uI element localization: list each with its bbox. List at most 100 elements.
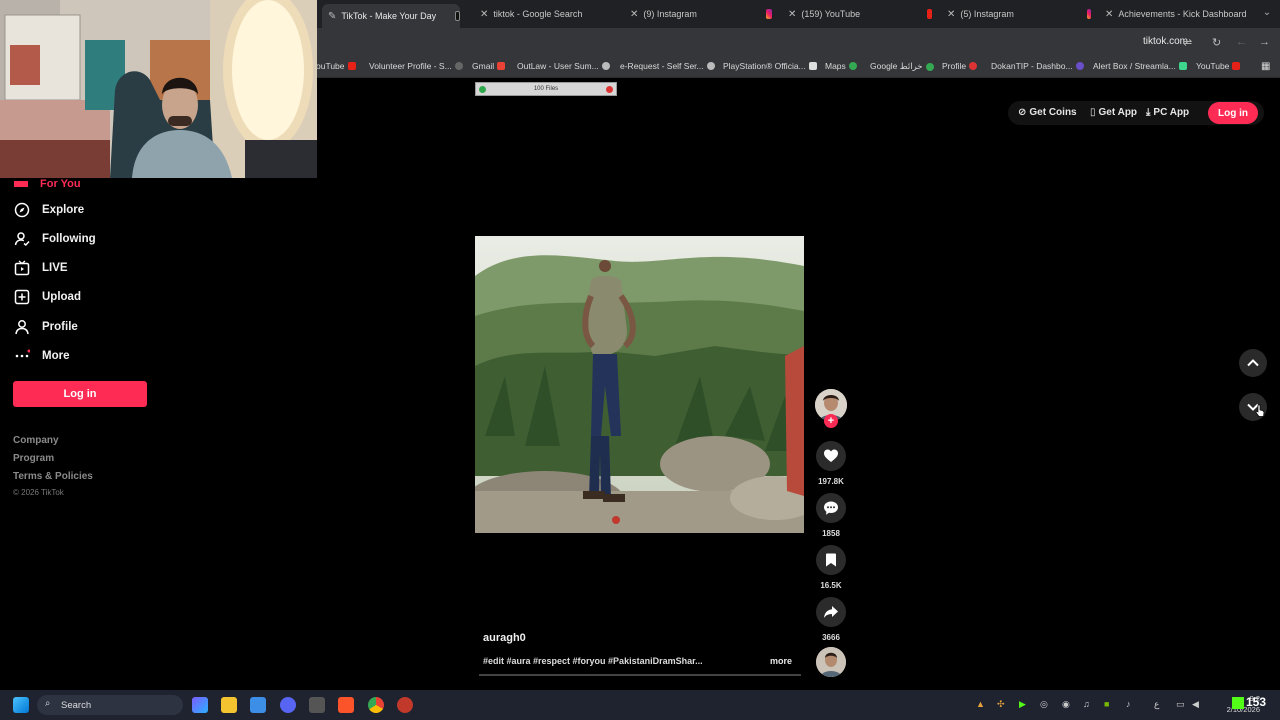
- bookmark-label: e-Request - Self Ser...: [620, 61, 704, 71]
- back-icon[interactable]: ←: [1236, 36, 1247, 48]
- brave-icon[interactable]: [338, 697, 354, 713]
- bookmark-alertbox[interactable]: Alert Box / Streamla...: [1093, 61, 1187, 71]
- globe-icon: [706, 62, 715, 70]
- sidebar-item-profile[interactable]: Profile: [14, 317, 78, 337]
- caption-more-button[interactable]: more: [770, 656, 792, 666]
- video-player[interactable]: [475, 236, 804, 533]
- follow-plus-icon[interactable]: +: [824, 414, 838, 428]
- sidebar-item-explore[interactable]: Explore: [14, 200, 84, 220]
- bookmark-erequest[interactable]: e-Request - Self Ser...: [620, 61, 715, 71]
- taskbar-search-box[interactable]: ⌕ Search: [37, 695, 183, 715]
- video-username[interactable]: auragh0: [483, 632, 526, 644]
- tab-tiktok[interactable]: ✎ TikTok - Make Your Day: [322, 4, 460, 28]
- dokantip-icon: [1075, 62, 1084, 70]
- tab-search-icon[interactable]: ⌄: [1260, 7, 1274, 21]
- sidebar-item-more[interactable]: More: [14, 346, 69, 366]
- store-icon[interactable]: [250, 697, 266, 713]
- close-tab-icon[interactable]: ✕: [788, 9, 796, 20]
- chevron-up-icon: [1247, 359, 1259, 367]
- header-login-button[interactable]: Log in: [1208, 102, 1258, 124]
- app-icon[interactable]: [309, 697, 325, 713]
- discord-icon[interactable]: [280, 697, 296, 713]
- music-disc-avatar[interactable]: [816, 647, 846, 677]
- heart-icon: [824, 449, 838, 462]
- close-icon[interactable]: [606, 86, 613, 93]
- bookmark-youtube-2[interactable]: YouTube: [1196, 61, 1241, 71]
- sidebar-item-label: Explore: [42, 204, 85, 216]
- sidebar-item-upload[interactable]: Upload: [14, 287, 81, 307]
- bookmark-outlaw[interactable]: OutLaw - User Sum...: [517, 61, 610, 71]
- kick-viewer-count: 153: [1246, 695, 1267, 709]
- footer-link-company[interactable]: Company: [13, 435, 59, 446]
- url-text[interactable]: tiktok.com: [1143, 36, 1188, 47]
- copilot-icon[interactable]: [192, 697, 208, 713]
- close-tab-icon[interactable]: ✕: [480, 9, 488, 20]
- tab-instagram-2[interactable]: ✕ (5) Instagram: [941, 4, 1091, 24]
- share-icon: [824, 606, 838, 618]
- screen: ✎ TikTok - Make Your Day ✕ tiktok - Goog…: [0, 0, 1280, 720]
- microphone-icon[interactable]: ♪: [1126, 699, 1131, 709]
- close-tab-icon[interactable]: ✕: [1105, 9, 1113, 20]
- bookmark-dokantip[interactable]: DokanTIP - Dashbo...: [991, 61, 1084, 71]
- volume-icon[interactable]: ◀: [1192, 699, 1199, 710]
- comment-button[interactable]: [816, 493, 846, 523]
- like-count: 197.8K: [818, 477, 844, 486]
- share-button[interactable]: [816, 597, 846, 627]
- sidebar-login-button[interactable]: Log in: [13, 381, 147, 407]
- bookmark-google-maps-ar[interactable]: Google خرائط: [870, 61, 934, 72]
- home-icon: [14, 181, 28, 187]
- bookmark-playstation[interactable]: PlayStation® Officia...: [723, 61, 817, 71]
- forward-icon[interactable]: →: [1259, 36, 1270, 48]
- globe-icon: [601, 62, 610, 70]
- following-icon: [14, 231, 30, 247]
- close-tab-icon[interactable]: ✎: [328, 11, 336, 22]
- nvidia-icon[interactable]: ■: [1104, 699, 1109, 709]
- video-progress-bar[interactable]: [479, 674, 801, 676]
- bookmark-maps[interactable]: Maps: [825, 61, 857, 71]
- site-settings-icon[interactable]: ⇌: [1183, 36, 1192, 49]
- pc-app-button[interactable]: ⤓ PC App: [1146, 107, 1189, 118]
- reload-icon[interactable]: ↻: [1212, 36, 1221, 49]
- previous-video-button[interactable]: [1239, 349, 1267, 377]
- headset-icon[interactable]: ♫: [1083, 699, 1090, 709]
- sidebar-item-label: Following: [42, 233, 96, 245]
- sidebar-item-following[interactable]: Following: [14, 229, 96, 249]
- sidebar-item-for-you[interactable]: For You: [14, 178, 81, 190]
- tab-google-search[interactable]: ✕ tiktok - Google Search: [474, 4, 614, 24]
- bookmark-volunteer[interactable]: Volunteer Profile - S...: [369, 61, 463, 71]
- tab-youtube[interactable]: ✕ (159) YouTube: [782, 4, 932, 24]
- windows-start-icon[interactable]: [13, 697, 29, 713]
- all-bookmarks-icon[interactable]: ▦: [1261, 61, 1270, 72]
- close-tab-icon[interactable]: ✕: [630, 9, 638, 20]
- save-button[interactable]: [816, 545, 846, 575]
- bookmark-label: Gmail: [472, 61, 495, 71]
- recording-app-icon[interactable]: [397, 697, 413, 713]
- get-app-button[interactable]: ▯ Get App: [1090, 107, 1137, 118]
- sidebar-item-live[interactable]: LIVE: [14, 258, 68, 278]
- bookmark-profile[interactable]: Profile: [942, 61, 978, 71]
- bookmark-youtube[interactable]: ouTube: [316, 61, 356, 71]
- tab-kick-dashboard[interactable]: ✕ Achievements - Kick Dashboard: [1099, 4, 1251, 24]
- tray-app-icon[interactable]: ◎: [1040, 699, 1048, 710]
- tab-instagram[interactable]: ✕ (9) Instagram: [624, 4, 772, 24]
- get-coins-button[interactable]: ⊘ Get Coins: [1018, 107, 1077, 118]
- chrome-icon[interactable]: [368, 697, 384, 713]
- tray-app-icon[interactable]: ◉: [1062, 699, 1070, 710]
- tiktok-icon: [455, 11, 460, 21]
- tray-app-icon[interactable]: ▶: [1019, 699, 1026, 710]
- footer-link-program[interactable]: Program: [13, 453, 54, 464]
- download-overlay-bar[interactable]: 100 Files: [475, 82, 617, 96]
- instagram-icon: [765, 9, 772, 19]
- language-indicator[interactable]: ع: [1154, 699, 1159, 710]
- overlay-label: 100 Files: [533, 86, 559, 92]
- file-explorer-icon[interactable]: [221, 697, 237, 713]
- close-tab-icon[interactable]: ✕: [947, 9, 955, 20]
- bookmark-label: Google خرائط: [870, 61, 923, 71]
- bookmark-gmail[interactable]: Gmail: [472, 61, 506, 71]
- footer-link-terms[interactable]: Terms & Policies: [13, 471, 93, 482]
- tray-app-icon[interactable]: ▲: [976, 699, 985, 709]
- tray-app-icon[interactable]: ✣: [997, 699, 1005, 710]
- sidebar-item-label: For You: [40, 178, 81, 190]
- like-button[interactable]: [816, 441, 846, 471]
- network-icon[interactable]: ▭: [1176, 699, 1185, 710]
